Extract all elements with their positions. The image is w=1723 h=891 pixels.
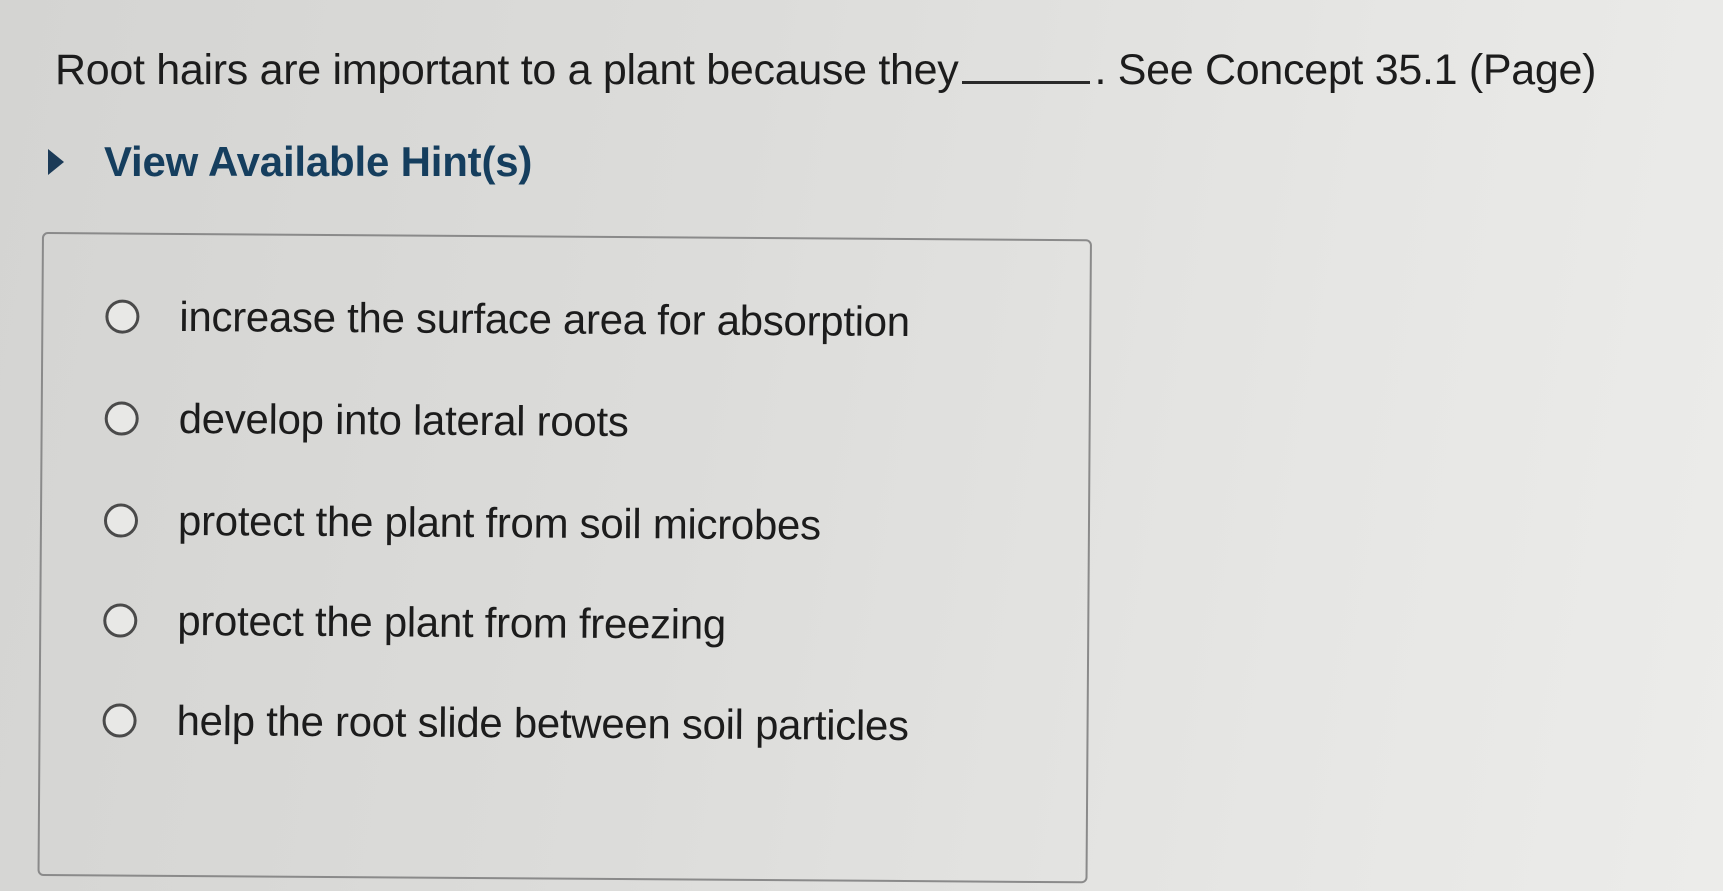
- question-text: Root hairs are important to a plant beca…: [55, 46, 1596, 95]
- view-hints-toggle[interactable]: View Available Hint(s): [48, 138, 532, 186]
- choice-label: develop into lateral roots: [178, 394, 629, 446]
- choice-label: increase the surface area for absorption: [179, 292, 910, 346]
- choice-option-1[interactable]: increase the surface area for absorption: [105, 292, 910, 346]
- question-prompt: Root hairs are important to a plant beca…: [55, 46, 959, 94]
- choice-label: help the root slide between soil particl…: [176, 696, 909, 750]
- radio-button[interactable]: [103, 503, 139, 538]
- caret-right-icon: [48, 149, 64, 175]
- answer-blank: [962, 51, 1091, 84]
- choice-label: protect the plant from soil microbes: [177, 496, 821, 549]
- radio-button[interactable]: [105, 299, 140, 334]
- radio-button[interactable]: [102, 703, 137, 738]
- choice-option-5[interactable]: help the root slide between soil particl…: [102, 696, 909, 750]
- answer-choices-box: increase the surface area for absorption…: [37, 232, 1092, 884]
- view-hints-label: View Available Hint(s): [104, 138, 533, 185]
- choice-option-4[interactable]: protect the plant from freezing: [103, 596, 726, 648]
- choice-label: protect the plant from freezing: [177, 596, 727, 648]
- choice-option-2[interactable]: develop into lateral roots: [104, 394, 629, 446]
- radio-button[interactable]: [103, 603, 138, 638]
- concept-reference: . See Concept 35.1 (Page): [1094, 46, 1597, 94]
- choice-option-3[interactable]: protect the plant from soil microbes: [103, 496, 821, 549]
- radio-button[interactable]: [104, 401, 139, 436]
